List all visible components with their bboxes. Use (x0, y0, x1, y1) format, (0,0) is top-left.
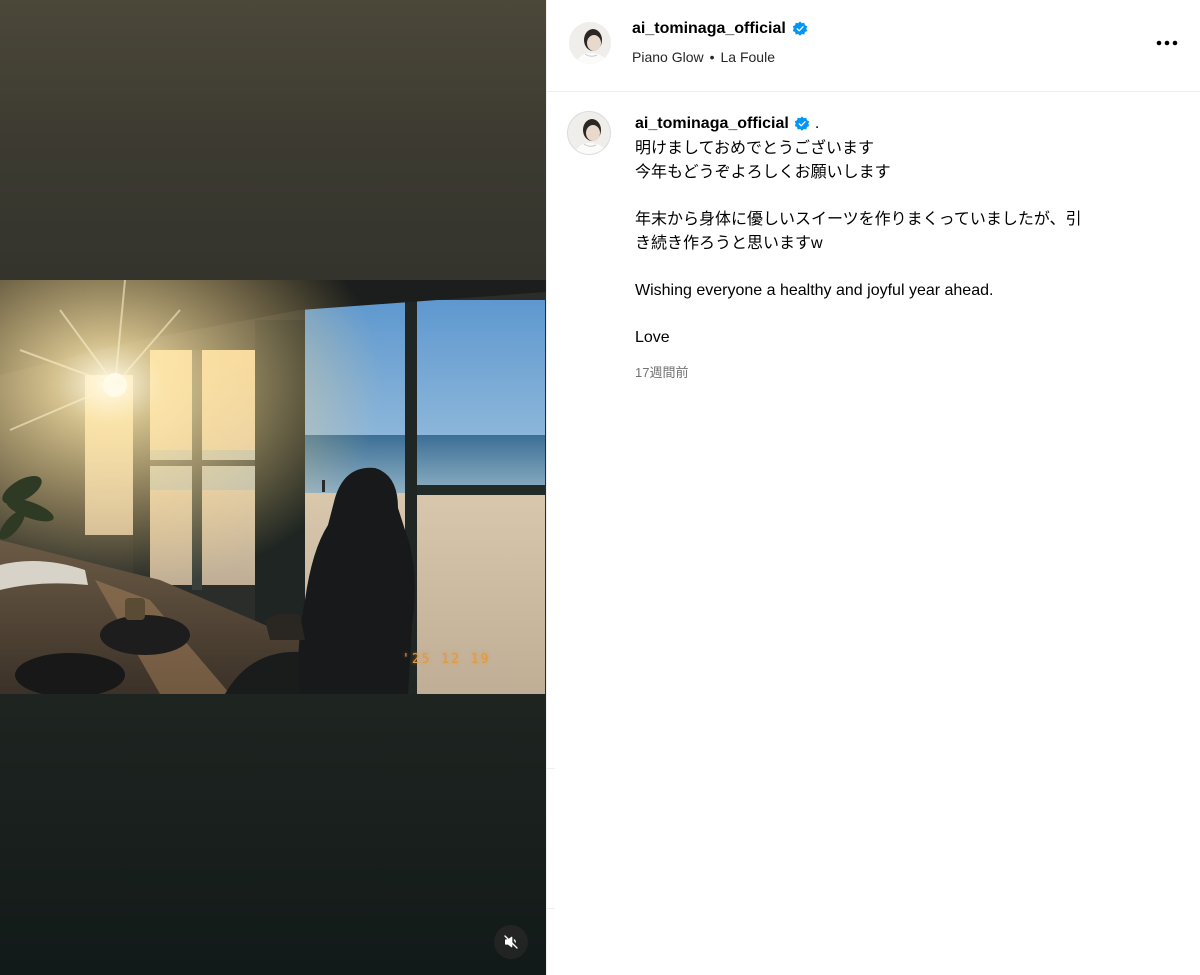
caption-username-link[interactable]: ai_tominaga_official (635, 115, 789, 133)
profile-photo (568, 112, 610, 154)
mute-toggle-button[interactable] (494, 925, 528, 959)
audio-track-link[interactable]: Piano Glow (632, 49, 704, 65)
username-link[interactable]: ai_tominaga_official (632, 20, 786, 38)
divider (547, 768, 555, 769)
audio-artist-link[interactable]: La Foule (721, 49, 775, 65)
post-photo (0, 280, 546, 694)
divider (547, 908, 555, 909)
caption-paragraph: Love (635, 329, 670, 346)
post-media[interactable]: '25 12 19 (0, 0, 546, 975)
avatar[interactable] (569, 22, 611, 64)
audio-attribution: Piano Glow • La Foule (632, 49, 775, 65)
caption-lead: . (814, 115, 820, 132)
verified-badge-icon (792, 21, 808, 36)
caption-paragraph: 年末から身体に優しいスイーツを作りまくっていましたが、引 き続き作ろうと思います… (635, 211, 1082, 252)
caption-avatar[interactable] (568, 112, 610, 154)
caption-author-line: ai_tominaga_official . (635, 115, 819, 133)
post-info-panel: ai_tominaga_official Piano Glow • La Fou… (546, 0, 1200, 975)
post-author: ai_tominaga_official (632, 20, 808, 38)
post-timestamp[interactable]: 17週間前 (635, 362, 688, 381)
more-options-icon (1156, 40, 1178, 46)
post-header: ai_tominaga_official Piano Glow • La Fou… (547, 0, 1200, 92)
muted-speaker-icon (504, 935, 518, 949)
caption-text: 明けましておめでとうございます 今年もどうぞよろしくお願いします 年末から身体に… (635, 137, 1165, 350)
profile-photo (569, 22, 611, 64)
photo-datestamp: '25 12 19 (402, 652, 491, 667)
caption-paragraph: 明けましておめでとうございます 今年もどうぞよろしくお願いします (635, 140, 891, 181)
separator-dot: • (709, 49, 715, 65)
more-options-button[interactable] (1154, 30, 1180, 56)
caption-paragraph: Wishing everyone a healthy and joyful ye… (635, 282, 994, 299)
verified-badge-icon (794, 116, 810, 131)
